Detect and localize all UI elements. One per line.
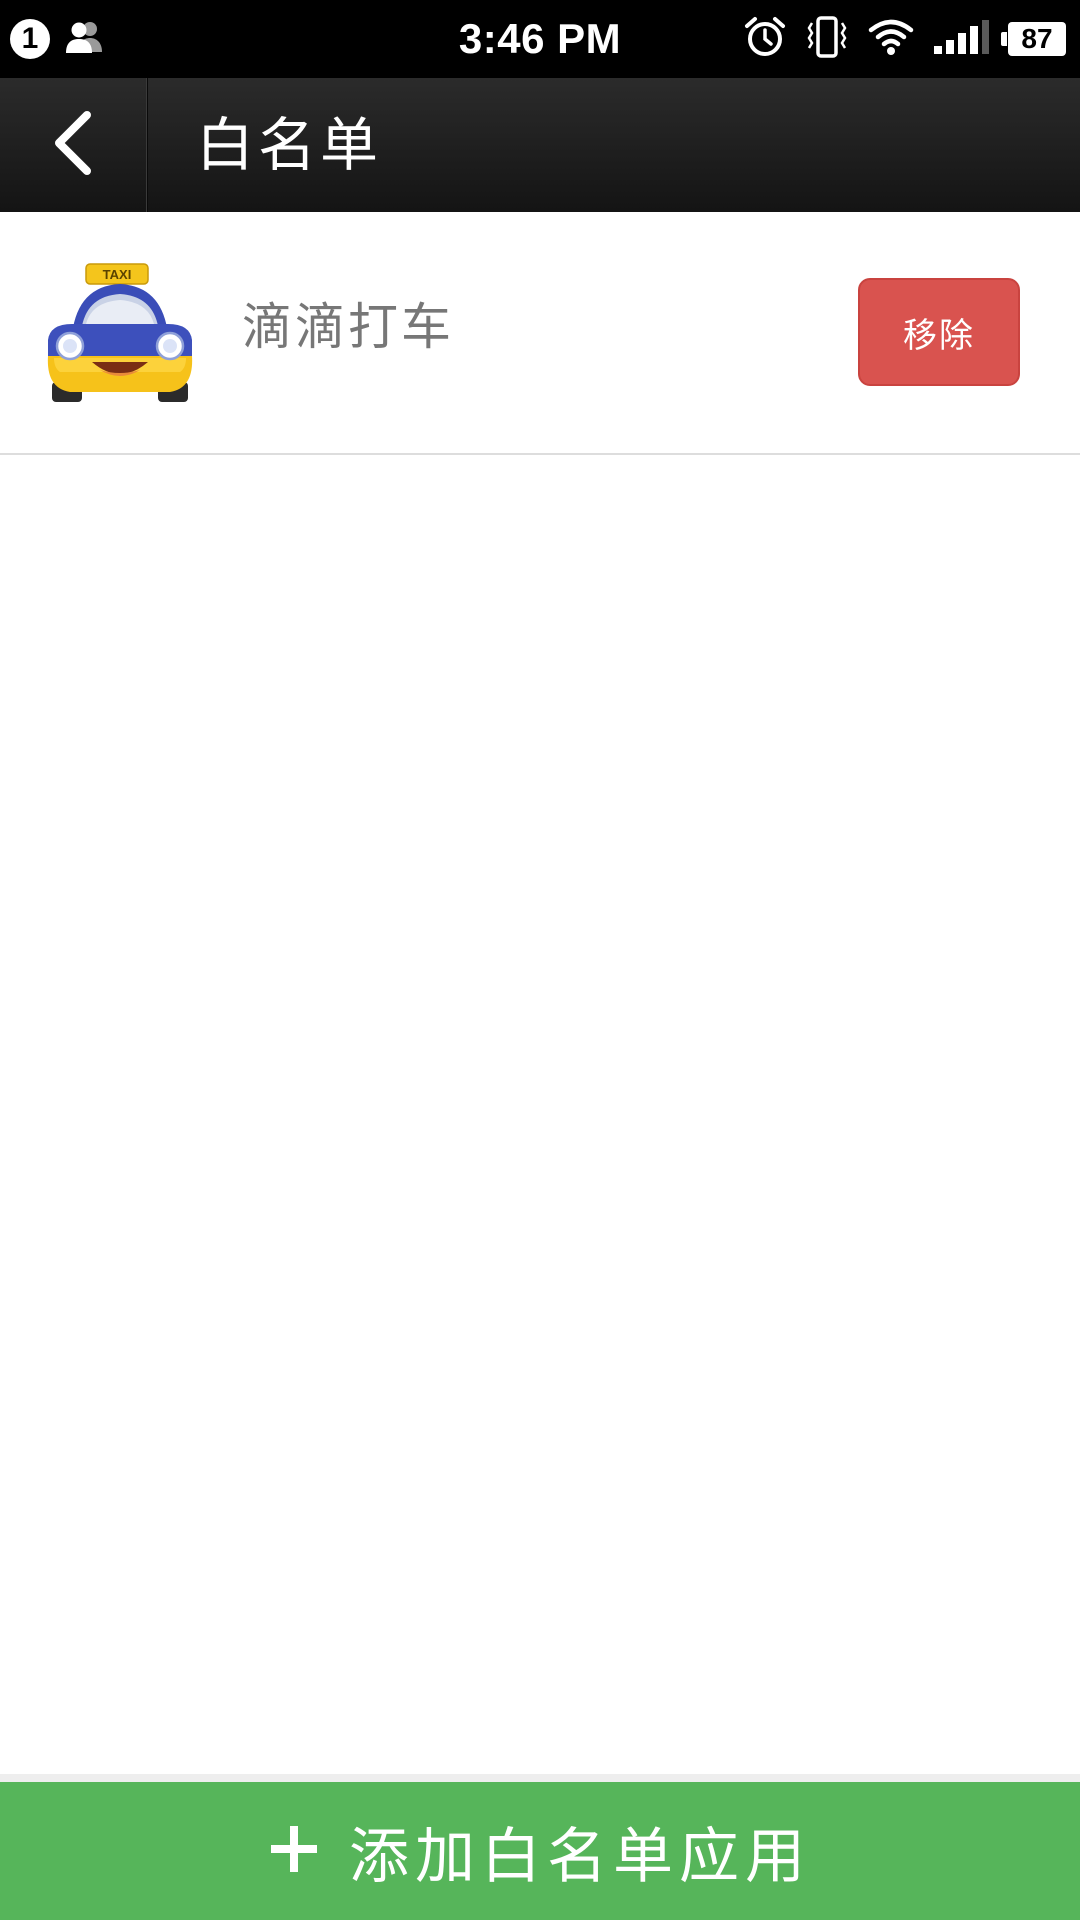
plus-icon bbox=[269, 1824, 319, 1878]
taxi-app-icon: TAXI bbox=[42, 262, 198, 412]
vibrate-icon bbox=[804, 15, 850, 63]
alarm-icon bbox=[744, 16, 786, 62]
page-title: 白名单 bbox=[196, 111, 383, 179]
status-bar-right: 87 bbox=[744, 0, 1066, 78]
remove-button[interactable]: 移除 bbox=[858, 278, 1020, 386]
title-bar: 白名单 bbox=[0, 78, 1080, 212]
battery-icon: 87 bbox=[1001, 22, 1066, 56]
signal-icon bbox=[932, 18, 990, 60]
bottom-divider bbox=[0, 1774, 1080, 1782]
back-button[interactable] bbox=[0, 78, 147, 212]
wifi-icon bbox=[868, 18, 914, 60]
taxi-sign-text: TAXI bbox=[103, 267, 132, 282]
app-name: 滴滴打车 bbox=[242, 298, 454, 356]
add-button-label: 添加白名单应用 bbox=[349, 1821, 811, 1892]
whitelist-item: TAXI 滴滴打车 移除 bbox=[0, 212, 1080, 455]
chevron-left-icon bbox=[51, 111, 95, 179]
add-whitelist-app-button[interactable]: 添加白名单应用 bbox=[0, 1782, 1080, 1920]
status-bar: 1 3:46 PM 87 bbox=[0, 0, 1080, 78]
